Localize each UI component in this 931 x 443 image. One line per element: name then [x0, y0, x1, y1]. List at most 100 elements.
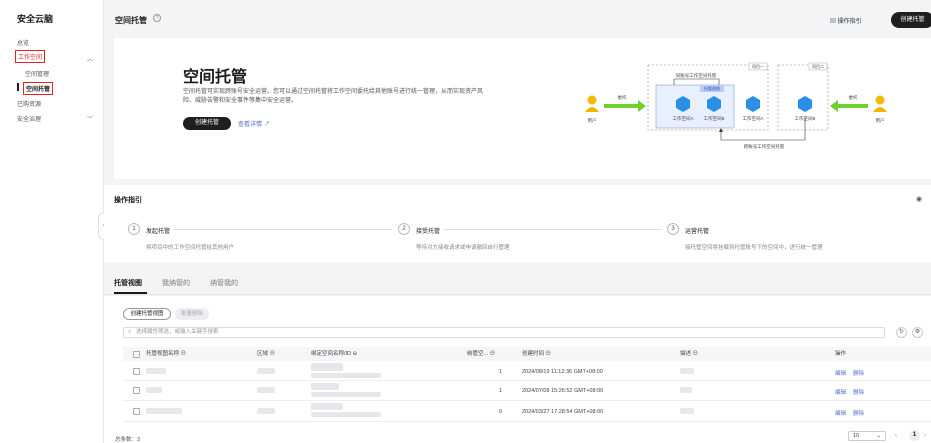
- hero-panel: 空间托管 空间托管可实现跨账号安全运营。您可以通过空间托管将工作空间委托给其他账…: [114, 38, 931, 179]
- step-description: 接托管空间将挂载到托管账号下的空间中，进行统一管理: [685, 245, 823, 251]
- sidebar-item-overview[interactable]: 总览: [17, 38, 29, 47]
- row-divider: [123, 421, 931, 422]
- svg-text:工作空间B: 工作空间B: [703, 115, 724, 122]
- sidebar-item-space-hosting[interactable]: 空间托管: [23, 82, 54, 95]
- total-count: 总条数：3: [115, 437, 141, 443]
- column-header: 操作: [835, 351, 847, 357]
- step-number: 3: [667, 223, 679, 235]
- external-link-icon: ↗: [263, 122, 270, 128]
- table-panel: 创建托管视图 批量删除 ⌕ 选择属性筛选，或输入关键字搜索 ↻ ⚙ 托管视图名称…: [104, 296, 931, 443]
- svg-text:委托: 委托: [849, 94, 858, 100]
- settings-icon[interactable]: ⚙: [912, 327, 923, 338]
- managed-count: 1: [499, 369, 503, 375]
- column-header[interactable]: 绑定空间名称/ID ⊖: [311, 348, 357, 360]
- sidebar-item-purchased[interactable]: 已购资源: [17, 99, 41, 108]
- hosting-diagram: 用户 委托 项目一 同账号工作空间托管 托管视图 工作空间A 工作空间B 工作空…: [585, 62, 887, 150]
- step-number: 1: [128, 223, 140, 235]
- bound-space-redacted: [311, 383, 339, 390]
- chevron-down-icon[interactable]: ﹀: [87, 114, 93, 123]
- current-page[interactable]: 1: [909, 430, 920, 441]
- region-redacted: [257, 408, 275, 414]
- managed-count: 1: [499, 388, 503, 394]
- delete-link[interactable]: 删除: [853, 388, 864, 396]
- search-placeholder: 选择属性筛选，或输入关键字搜索: [136, 329, 219, 335]
- page-size-value: 10: [853, 433, 860, 439]
- search-input[interactable]: ⌕ 选择属性筛选，或输入关键字搜索: [123, 327, 885, 338]
- delete-link[interactable]: 删除: [853, 369, 864, 377]
- sidebar-item-label: 工作空间: [18, 55, 43, 61]
- step-description: 将项目中的工作空间托管给其他用户: [146, 245, 235, 251]
- bound-space-id-redacted: [311, 373, 381, 378]
- create-hosting-button[interactable]: 创建托管: [891, 12, 931, 28]
- row-checkbox[interactable]: [133, 387, 140, 394]
- edit-link[interactable]: 编辑: [835, 388, 846, 396]
- column-header[interactable]: 创建时间 ⊖: [522, 348, 551, 360]
- operation-guide-panel: 操作指引 ◉ 1 发起托管 将项目中的工作空间托管给其他用户 2 接受托管 等待…: [104, 185, 931, 262]
- view-details-link[interactable]: 查看详情 ↗: [238, 119, 270, 128]
- bound-space-redacted: [311, 363, 343, 371]
- sidebar-item-label: 空间托管: [26, 87, 51, 93]
- page-title: 空间托管: [115, 16, 147, 25]
- page-size-select[interactable]: 10 ⌄: [848, 431, 886, 441]
- row-divider: [123, 400, 931, 401]
- row-divider: [123, 380, 931, 381]
- view-details-label: 查看详情: [238, 122, 263, 128]
- active-indicator: [17, 83, 19, 91]
- step-description: 等待对方接收请求或申请撤回自行管理: [416, 245, 510, 251]
- row-checkbox[interactable]: [133, 368, 140, 375]
- column-header[interactable]: 描述 ⊖: [680, 348, 698, 360]
- row-checkbox[interactable]: [133, 408, 140, 415]
- step-title: 接受托管: [416, 229, 441, 235]
- create-view-button[interactable]: 创建托管视图: [123, 308, 171, 320]
- refresh-icon[interactable]: ↻: [896, 327, 907, 338]
- next-page-icon[interactable]: ›: [924, 433, 926, 439]
- prev-page-icon[interactable]: ‹: [895, 433, 897, 439]
- created-time: 2024/08/19 11:12:36 GMT+08:00: [522, 369, 603, 375]
- created-time: 2024/07/08 15:26:52 GMT+08:00: [522, 388, 604, 394]
- header: 空间托管 ? ▤ 操作指引 创建托管: [104, 0, 931, 35]
- column-header[interactable]: 纳管空... ⊖: [467, 348, 495, 360]
- tab-hosting-view[interactable]: 托管视图: [114, 278, 142, 288]
- step-connector: [444, 229, 662, 230]
- bound-space-id-redacted: [311, 392, 381, 397]
- step-title: 运营托管: [685, 229, 710, 235]
- step-title: 发起托管: [146, 229, 171, 235]
- created-time: 2024/03/27 17:28:54 GMT+08:00: [522, 409, 604, 415]
- sidebar-item-workspace[interactable]: 工作空间: [15, 50, 46, 63]
- bound-space-redacted: [311, 403, 343, 410]
- column-header[interactable]: 托管视图名称 ⊖: [146, 348, 186, 360]
- batch-delete-button: 批量删除: [175, 308, 209, 320]
- edit-link[interactable]: 编辑: [835, 369, 846, 377]
- hero-title: 空间托管: [183, 69, 248, 86]
- delete-link[interactable]: 删除: [853, 409, 864, 417]
- svg-text:跨账号工作空间托管: 跨账号工作空间托管: [744, 143, 785, 150]
- diagram-user-left: 用户: [588, 117, 597, 124]
- sidebar-title: 安全云脑: [17, 14, 54, 24]
- bound-space-id-redacted: [311, 412, 381, 417]
- view-name-redacted: [146, 387, 162, 393]
- document-icon: ▤: [830, 19, 838, 25]
- view-name-redacted: [146, 368, 166, 374]
- hero-create-button[interactable]: 创建托管: [183, 117, 231, 130]
- region-redacted: [257, 387, 275, 393]
- hero-description: 空间托管可实现跨账号安全运营。您可以通过空间托管将工作空间委托给其他账号进行统一…: [183, 89, 484, 104]
- region-redacted: [257, 368, 275, 374]
- tab-managing-me[interactable]: 纳管我的: [210, 278, 238, 288]
- operation-guide-label: 操作指引: [837, 19, 862, 25]
- edit-link[interactable]: 编辑: [835, 409, 846, 417]
- help-icon[interactable]: ?: [153, 14, 161, 22]
- eye-icon[interactable]: ◉: [916, 195, 922, 203]
- column-header[interactable]: 区域 ⊖: [257, 348, 275, 360]
- view-name-redacted: [146, 408, 182, 414]
- sidebar-item-security-governance[interactable]: 安全治理: [17, 114, 41, 123]
- tab-divider: [104, 294, 931, 295]
- sidebar-item-space-management[interactable]: 空间管理: [25, 69, 49, 78]
- tab-my-managed[interactable]: 我纳管的: [162, 278, 190, 288]
- description-redacted: [680, 408, 694, 414]
- search-icon: ⌕: [128, 329, 132, 335]
- operation-guide-link[interactable]: ▤ 操作指引: [830, 16, 862, 25]
- svg-text:项目二: 项目二: [812, 63, 824, 69]
- select-all-checkbox[interactable]: [133, 351, 140, 358]
- chevron-up-icon[interactable]: ︿: [87, 54, 93, 63]
- guide-title: 操作指引: [114, 197, 142, 204]
